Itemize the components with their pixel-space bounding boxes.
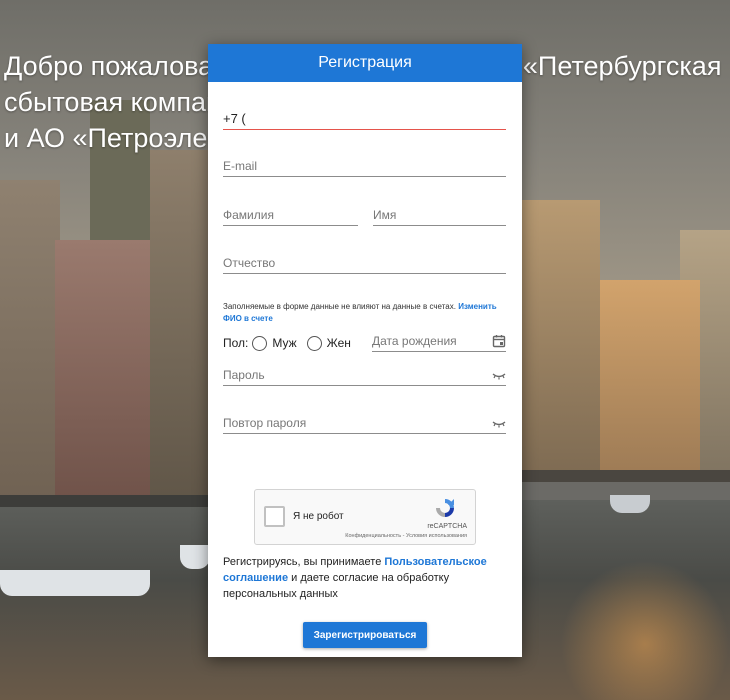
recaptcha-logo-icon [436, 499, 454, 517]
middle-name-field[interactable]: Отчество [223, 252, 506, 274]
email-placeholder: E-mail [223, 159, 258, 173]
recaptcha-checkbox[interactable] [264, 506, 285, 527]
password-repeat-placeholder: Повтор пароля [223, 416, 307, 430]
terms-text: Регистрируясь, вы принимаете Пользовател… [223, 554, 508, 602]
modal-title: Регистрация [208, 44, 522, 82]
gender-female-label[interactable]: Жен [327, 336, 351, 350]
birth-date-field[interactable]: Дата рождения [372, 330, 506, 352]
last-name-placeholder: Фамилия [223, 208, 274, 222]
show-password-icon[interactable] [492, 416, 506, 430]
registration-modal: Регистрация +7 ( E-mail Фамилия Имя Отче… [208, 44, 522, 657]
background-building [0, 180, 60, 510]
register-button[interactable]: Зарегистрироваться [303, 622, 427, 648]
first-name-field[interactable]: Имя [373, 204, 506, 226]
middle-name-placeholder: Отчество [223, 256, 276, 270]
recaptcha-privacy-links[interactable]: Конфиденциальность - Условия использован… [345, 533, 467, 539]
gender-male-label[interactable]: Муж [272, 336, 296, 350]
birth-date-placeholder: Дата рождения [372, 334, 457, 348]
background-building [150, 150, 210, 510]
form-note-text: Заполняемые в форме данные не влияют на … [223, 302, 459, 311]
password-field[interactable]: Пароль [223, 364, 506, 386]
gender-label: Пол: [223, 336, 249, 350]
background-boat [180, 545, 210, 569]
show-password-icon[interactable] [492, 368, 506, 382]
gender-male-radio[interactable] [252, 335, 268, 351]
background-building [600, 280, 700, 480]
background-boat [610, 495, 650, 513]
gender-selector: Пол: Муж Жен [223, 334, 357, 352]
phone-value: +7 ( [223, 111, 246, 126]
calendar-icon[interactable] [492, 334, 506, 348]
recaptcha-brand: reCAPTCHA [427, 523, 467, 530]
form-note: Заполняемые в форме данные не влияют на … [223, 301, 508, 325]
background-boat [0, 570, 150, 596]
password-placeholder: Пароль [223, 368, 265, 382]
background-reflection [560, 560, 730, 700]
gender-female-radio[interactable] [306, 335, 322, 351]
first-name-placeholder: Имя [373, 208, 397, 222]
background-embankment [0, 495, 210, 507]
email-field[interactable]: E-mail [223, 155, 506, 177]
recaptcha-label: Я не робот [293, 511, 344, 522]
last-name-field[interactable]: Фамилия [223, 204, 358, 226]
background-embankment [520, 470, 730, 482]
recaptcha-widget: Я не робот reCAPTCHA Конфиденциальность … [254, 489, 476, 545]
background-building [520, 200, 600, 480]
terms-prefix: Регистрируясь, вы принимаете [223, 556, 385, 568]
phone-field[interactable]: +7 ( [223, 108, 506, 130]
password-repeat-field[interactable]: Повтор пароля [223, 412, 506, 434]
